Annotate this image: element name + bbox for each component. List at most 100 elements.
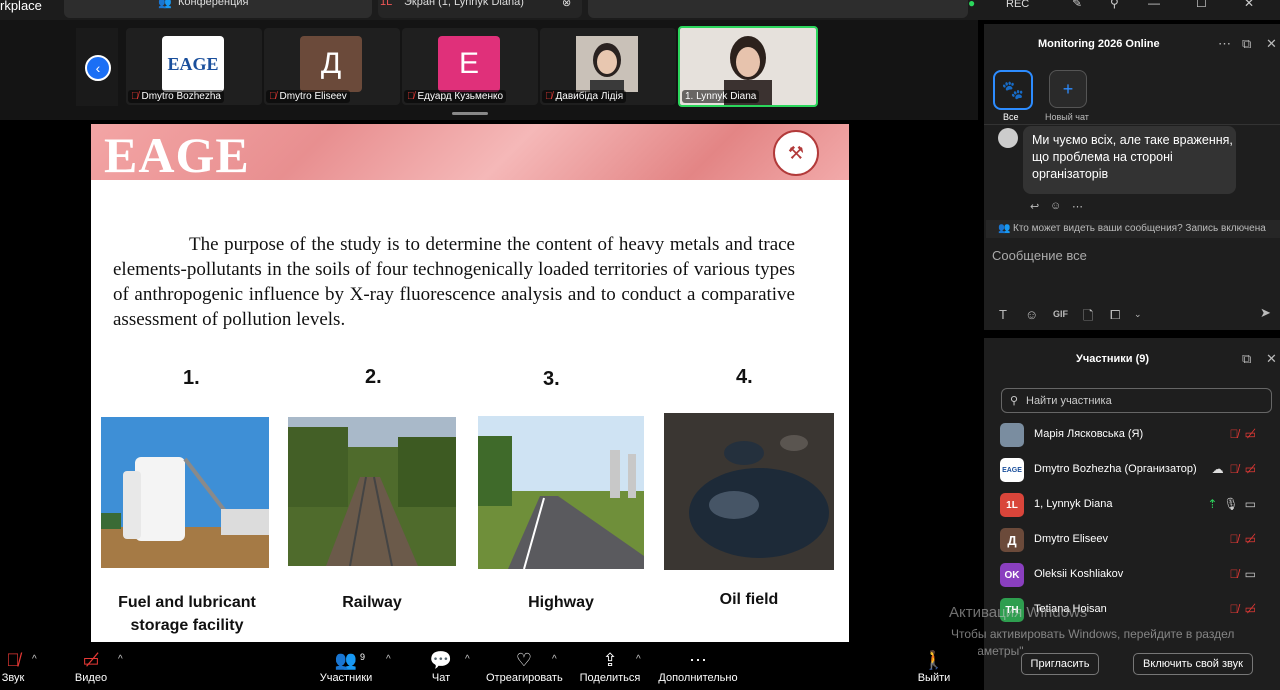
pin-icon[interactable]: ⚲: [1110, 0, 1119, 10]
participants-options-caret[interactable]: ^: [386, 654, 391, 665]
screen-share-icon: 1L: [380, 0, 393, 8]
thumb-eduard[interactable]: Е 🎙̸ Едуард Кузьменко: [402, 28, 538, 105]
react-options-caret[interactable]: ^: [552, 654, 557, 665]
muted-video-off-icons: 🎙̸▭̸: [1229, 427, 1262, 441]
more-dots-icon: ⋯: [689, 650, 707, 670]
leave-button[interactable]: 🚶 Выйти: [914, 648, 954, 684]
video-off-icon: ▭̸: [82, 650, 100, 670]
emoji-react-icon[interactable]: ☺: [1050, 200, 1061, 212]
maximize-icon[interactable]: ☐: [1196, 0, 1207, 10]
item-number: 4.: [736, 366, 753, 388]
item-caption: Oil field: [719, 591, 779, 608]
paw-icon: 🐾: [1001, 79, 1025, 100]
audio-options-caret[interactable]: ^: [32, 654, 37, 665]
participant-row[interactable]: EAGE Dmytro Bozhezha (Организатор) ☁🎙̸▭̸: [998, 458, 1270, 486]
participants-icon: 👥: [334, 650, 358, 670]
oil-field-photo: [664, 413, 834, 570]
new-chat-button[interactable]: +: [1049, 70, 1087, 108]
item-caption: Fuel and lubricant storage facility: [118, 594, 256, 634]
highway-photo: [478, 416, 644, 569]
thumb-name: 🎙̸ Едуард Кузьменко: [404, 90, 507, 103]
close-participants-icon[interactable]: ✕: [1266, 351, 1277, 367]
sharing-mic-video-icons: ⇡🎙▭: [1207, 497, 1262, 511]
participants-title: Участники (9): [1076, 353, 1150, 365]
participant-search-input[interactable]: ⚲ Найти участника: [1001, 388, 1272, 413]
muted-video-off-icons: 🎙̸▭̸: [1229, 602, 1262, 616]
share-options-caret[interactable]: ^: [636, 654, 641, 665]
close-tab-icon[interactable]: ⊗: [562, 0, 571, 9]
muted-video-off-icons: ☁🎙̸▭̸: [1211, 462, 1262, 476]
mic-muted-icon: 🎙̸: [269, 91, 277, 102]
muted-video-icons: 🎙̸▭: [1229, 567, 1262, 581]
gif-icon[interactable]: GIF: [1053, 309, 1068, 319]
message-input[interactable]: Сообщение все: [992, 248, 1087, 263]
status-dot-icon: ●: [968, 0, 976, 10]
react-button[interactable]: ♡ Отреагировать: [486, 648, 563, 684]
chevron-down-icon[interactable]: ⌄: [1134, 309, 1142, 320]
thumb-lynnyk-diana[interactable]: 1. Lynnyk Diana: [678, 26, 818, 107]
leave-icon: 🚶: [922, 650, 946, 670]
university-seal-icon: ⚒: [773, 130, 819, 176]
thumb-dmytro-eliseev[interactable]: Д 🎙̸ Dmytro Eliseev: [264, 28, 400, 105]
participant-row[interactable]: OK Oleksii Koshliakov 🎙̸▭: [998, 563, 1270, 591]
reply-icon[interactable]: ↩: [1030, 200, 1039, 213]
screenshot-icon[interactable]: ⧠: [1110, 307, 1120, 323]
heart-icon: ♡: [515, 650, 533, 670]
tab-conference[interactable]: 👥 Конференция: [64, 0, 372, 18]
item-number: 3.: [543, 368, 560, 390]
chat-button[interactable]: 💬 Чат: [428, 648, 454, 684]
video-options-caret[interactable]: ^: [118, 654, 123, 665]
more-button[interactable]: ⋯ Дополнительно: [656, 648, 740, 684]
minimize-icon[interactable]: —: [1148, 0, 1160, 10]
popout-icon[interactable]: ⧉: [1242, 351, 1251, 367]
thumb-dmytro-bozhezha[interactable]: EAGE 🎙̸ Dmytro Bozhezha: [126, 28, 262, 105]
chat-tab-all-label: Все: [1003, 112, 1019, 122]
share-screen-icon: ⇪: [602, 650, 618, 670]
mic-muted-icon: 🎙̸: [131, 91, 139, 102]
app-title: rkplace: [0, 0, 42, 13]
railway-photo: [288, 417, 456, 566]
invite-button[interactable]: Пригласить: [1021, 653, 1099, 675]
item-number: 1.: [183, 367, 200, 389]
people-icon: 👥: [998, 223, 1011, 234]
send-icon[interactable]: ➤: [1260, 305, 1271, 321]
emoji-icon[interactable]: ☺: [1025, 307, 1038, 322]
eage-logo: EAGE: [104, 127, 250, 183]
popout-icon[interactable]: ⧉: [1242, 36, 1251, 52]
tab-empty: [588, 0, 968, 18]
tab-screen[interactable]: 1L Экран (1, Lynnyk Diana) ⊗: [378, 0, 582, 18]
search-icon: ⚲: [1010, 395, 1019, 407]
chat-options-caret[interactable]: ^: [465, 654, 470, 665]
close-window-icon[interactable]: ✕: [1244, 0, 1254, 10]
participant-row[interactable]: Д Dmytro Eliseev 🎙̸▭̸: [998, 528, 1270, 556]
shared-slide: EAGE ⚒ The purpose of the study is to de…: [91, 124, 849, 642]
file-icon[interactable]: 🗋: [1083, 307, 1093, 329]
muted-video-off-icons: 🎙̸▭̸: [1229, 532, 1262, 546]
share-button[interactable]: ⇪ Поделиться: [578, 648, 642, 684]
pen-icon[interactable]: ✎: [1072, 0, 1082, 10]
participant-row[interactable]: 1L 1, Lynnyk Diana ⇡🎙▭: [998, 493, 1270, 521]
text-format-icon[interactable]: T: [999, 307, 1007, 322]
video-strip: ‹ EAGE 🎙̸ Dmytro Bozhezha Д 🎙̸ Dmytro Elis…: [0, 20, 978, 120]
participant-row[interactable]: Марія Лясковська (Я) 🎙̸▭̸: [998, 423, 1270, 451]
avatar: EAGE: [1000, 458, 1024, 482]
rec-label: REC: [1006, 0, 1030, 10]
item-number: 2.: [365, 366, 382, 388]
chat-tab-all[interactable]: 🐾: [993, 70, 1033, 110]
share-screen-icon: ⇡: [1207, 497, 1224, 511]
audio-button[interactable]: 🎙̸ Звук: [0, 648, 26, 684]
person-photo-icon: [576, 36, 638, 92]
mic-muted-icon: 🎙̸: [407, 91, 415, 102]
more-icon[interactable]: ⋯: [1218, 36, 1231, 52]
avatar: Д: [1000, 528, 1024, 552]
thumb-davybida[interactable]: 🎙̸ Давибіда Лідія: [540, 28, 676, 105]
message-more-icon[interactable]: ⋯: [1072, 200, 1083, 213]
close-chat-icon[interactable]: ✕: [1266, 36, 1277, 52]
unmute-button[interactable]: Включить свой звук: [1133, 653, 1253, 675]
item-caption: Highway: [528, 594, 594, 611]
avatar: Е: [438, 36, 500, 92]
scroll-left-button[interactable]: ‹: [85, 55, 111, 81]
video-button[interactable]: ▭̸ Видео: [72, 648, 110, 684]
participants-button[interactable]: 👥 Участники: [316, 648, 376, 684]
strip-drag-handle[interactable]: [452, 112, 488, 115]
